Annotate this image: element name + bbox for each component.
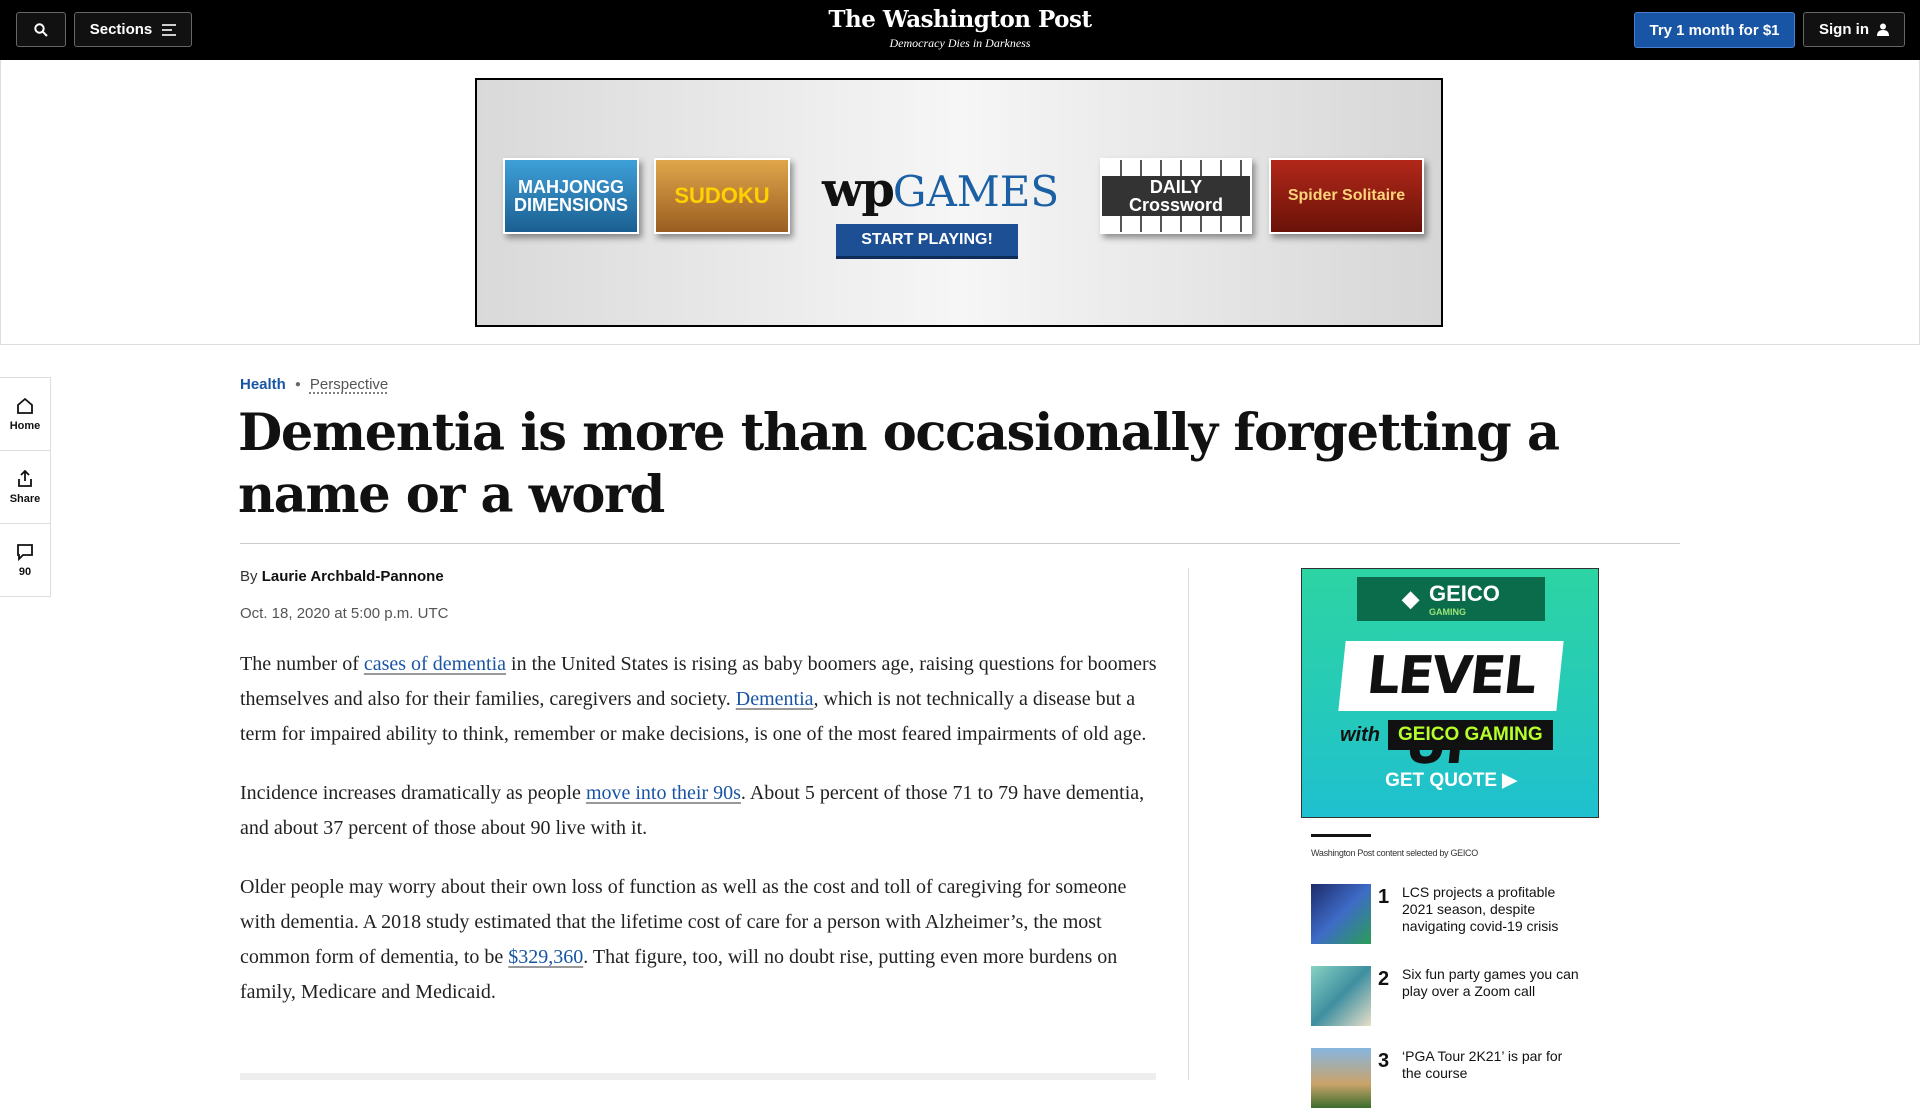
article-body: The number of cases of dementia in the U… bbox=[240, 647, 1160, 1034]
wp-logo-text: wp bbox=[822, 162, 895, 218]
search-button[interactable] bbox=[16, 12, 66, 47]
mahjongg-tile[interactable]: MAHJONGG DIMENSIONS bbox=[503, 158, 639, 234]
share-rail-button[interactable]: Share bbox=[0, 451, 50, 524]
sponsor-label: Washington Post content selected by GEIC… bbox=[1311, 848, 1478, 858]
cases-of-dementia-link[interactable]: cases of dementia bbox=[364, 653, 506, 675]
item-headline[interactable]: LCS projects a profitable 2021 season, d… bbox=[1402, 884, 1582, 935]
home-icon bbox=[17, 397, 33, 414]
geico-brand: GEICO bbox=[1429, 581, 1500, 606]
top-nav-bar: Sections The Washington Post Democracy D… bbox=[0, 0, 1920, 60]
byline: By Laurie Archbald-Pannone bbox=[240, 568, 444, 585]
user-icon bbox=[1877, 23, 1889, 36]
comment-icon bbox=[17, 543, 33, 561]
sponsored-item[interactable]: 3 ‘PGA Tour 2K21’ is par for the course bbox=[1311, 1048, 1591, 1110]
search-icon bbox=[34, 22, 48, 37]
logo-text: The Washington Post bbox=[828, 6, 1092, 33]
thumbnail-image bbox=[1311, 884, 1371, 944]
crossword-tile[interactable]: DAILY Crossword bbox=[1100, 158, 1252, 234]
dementia-link[interactable]: Dementia bbox=[736, 688, 814, 710]
header-divider bbox=[240, 543, 1680, 544]
item-number: 1 bbox=[1378, 886, 1390, 908]
with-text: with bbox=[1340, 723, 1380, 746]
sections-button[interactable]: Sections bbox=[74, 12, 192, 47]
start-playing-button[interactable]: START PLAYING! bbox=[836, 224, 1018, 259]
games-logo-text: GAMES bbox=[892, 167, 1060, 216]
sign-in-label: Sign in bbox=[1819, 21, 1869, 38]
item-headline[interactable]: ‘PGA Tour 2K21’ is par for the course bbox=[1402, 1048, 1582, 1082]
byline-prefix: By bbox=[240, 568, 258, 585]
geico-brand-sub: GAMING bbox=[1429, 607, 1466, 617]
share-icon bbox=[18, 469, 32, 487]
paragraph-3: Older people may worry about their own l… bbox=[240, 870, 1160, 1010]
get-quote-button[interactable]: GET QUOTE ▶ bbox=[1302, 769, 1598, 792]
spider-solitaire-tile[interactable]: Spider Solitaire bbox=[1269, 158, 1424, 234]
geico-logo: ◆ GEICO GAMING bbox=[1357, 577, 1545, 621]
sponsored-item[interactable]: 1 LCS projects a profitable 2021 season,… bbox=[1311, 884, 1591, 946]
thumbnail-image bbox=[1311, 966, 1371, 1026]
geico-gaming-text: GEICO GAMING bbox=[1388, 720, 1553, 750]
geico-ad[interactable]: ◆ GEICOGAMING LEVEL UP with GEICO GAMING… bbox=[1301, 568, 1599, 818]
wp-games-logo: wpGAMES START PLAYING! bbox=[822, 162, 1059, 259]
sudoku-tile[interactable]: SUDOKU bbox=[654, 158, 790, 234]
tagline: Democracy Dies in Darkness bbox=[889, 36, 1031, 50]
item-headline[interactable]: Six fun party games you can play over a … bbox=[1402, 966, 1582, 1000]
home-label: Home bbox=[9, 419, 41, 432]
perspective-label[interactable]: Perspective bbox=[310, 376, 388, 393]
share-label: Share bbox=[9, 492, 41, 505]
article-headline: Dementia is more than occasionally forge… bbox=[238, 403, 1560, 525]
home-rail-button[interactable]: Home bbox=[0, 378, 50, 451]
menu-icon bbox=[162, 23, 177, 36]
sign-in-button[interactable]: Sign in bbox=[1803, 12, 1905, 47]
crossword-label: DAILY Crossword bbox=[1102, 176, 1250, 216]
with-geico-gaming: with GEICO GAMING bbox=[1340, 717, 1570, 753]
sections-label: Sections bbox=[89, 21, 153, 38]
article-kicker: Health ● Perspective bbox=[240, 376, 388, 393]
item-number: 2 bbox=[1378, 968, 1390, 990]
item-number: 3 bbox=[1378, 1050, 1390, 1072]
masthead-logo[interactable]: The Washington Post Democracy Dies in Da… bbox=[810, 6, 1110, 51]
comment-count: 90 bbox=[18, 565, 32, 578]
text-run: Incidence increases dramatically as peop… bbox=[240, 782, 586, 804]
sponsored-item[interactable]: 2 Six fun party games you can play over … bbox=[1311, 966, 1591, 1028]
paragraph-2: Incidence increases dramatically as peop… bbox=[240, 776, 1160, 846]
paragraph-1: The number of cases of dementia in the U… bbox=[240, 647, 1160, 752]
level-up-text: LEVEL UP bbox=[1338, 641, 1564, 776]
sponsor-rule bbox=[1311, 834, 1371, 837]
inline-ad-placeholder bbox=[240, 1073, 1156, 1080]
geico-g-icon: ◆ bbox=[1402, 586, 1419, 611]
comments-rail-button[interactable]: 90 bbox=[0, 524, 50, 596]
publish-date: Oct. 18, 2020 at 5:00 p.m. UTC bbox=[240, 605, 449, 622]
author-link[interactable]: Laurie Archbald-Pannone bbox=[262, 568, 444, 585]
move-into-90s-link[interactable]: move into their 90s bbox=[586, 782, 741, 804]
kicker-separator: ● bbox=[294, 379, 301, 390]
category-link[interactable]: Health bbox=[240, 376, 286, 393]
cost-figure-link[interactable]: $329,360 bbox=[508, 946, 583, 968]
subscribe-button[interactable]: Try 1 month for $1 bbox=[1634, 12, 1795, 48]
wp-games-ad-banner[interactable]: MAHJONGG DIMENSIONS SUDOKU wpGAMES START… bbox=[475, 78, 1443, 327]
thumbnail-image bbox=[1311, 1048, 1371, 1108]
text-run: The number of bbox=[240, 653, 364, 675]
column-divider bbox=[1188, 568, 1189, 1080]
left-action-rail: Home Share 90 bbox=[0, 377, 51, 597]
